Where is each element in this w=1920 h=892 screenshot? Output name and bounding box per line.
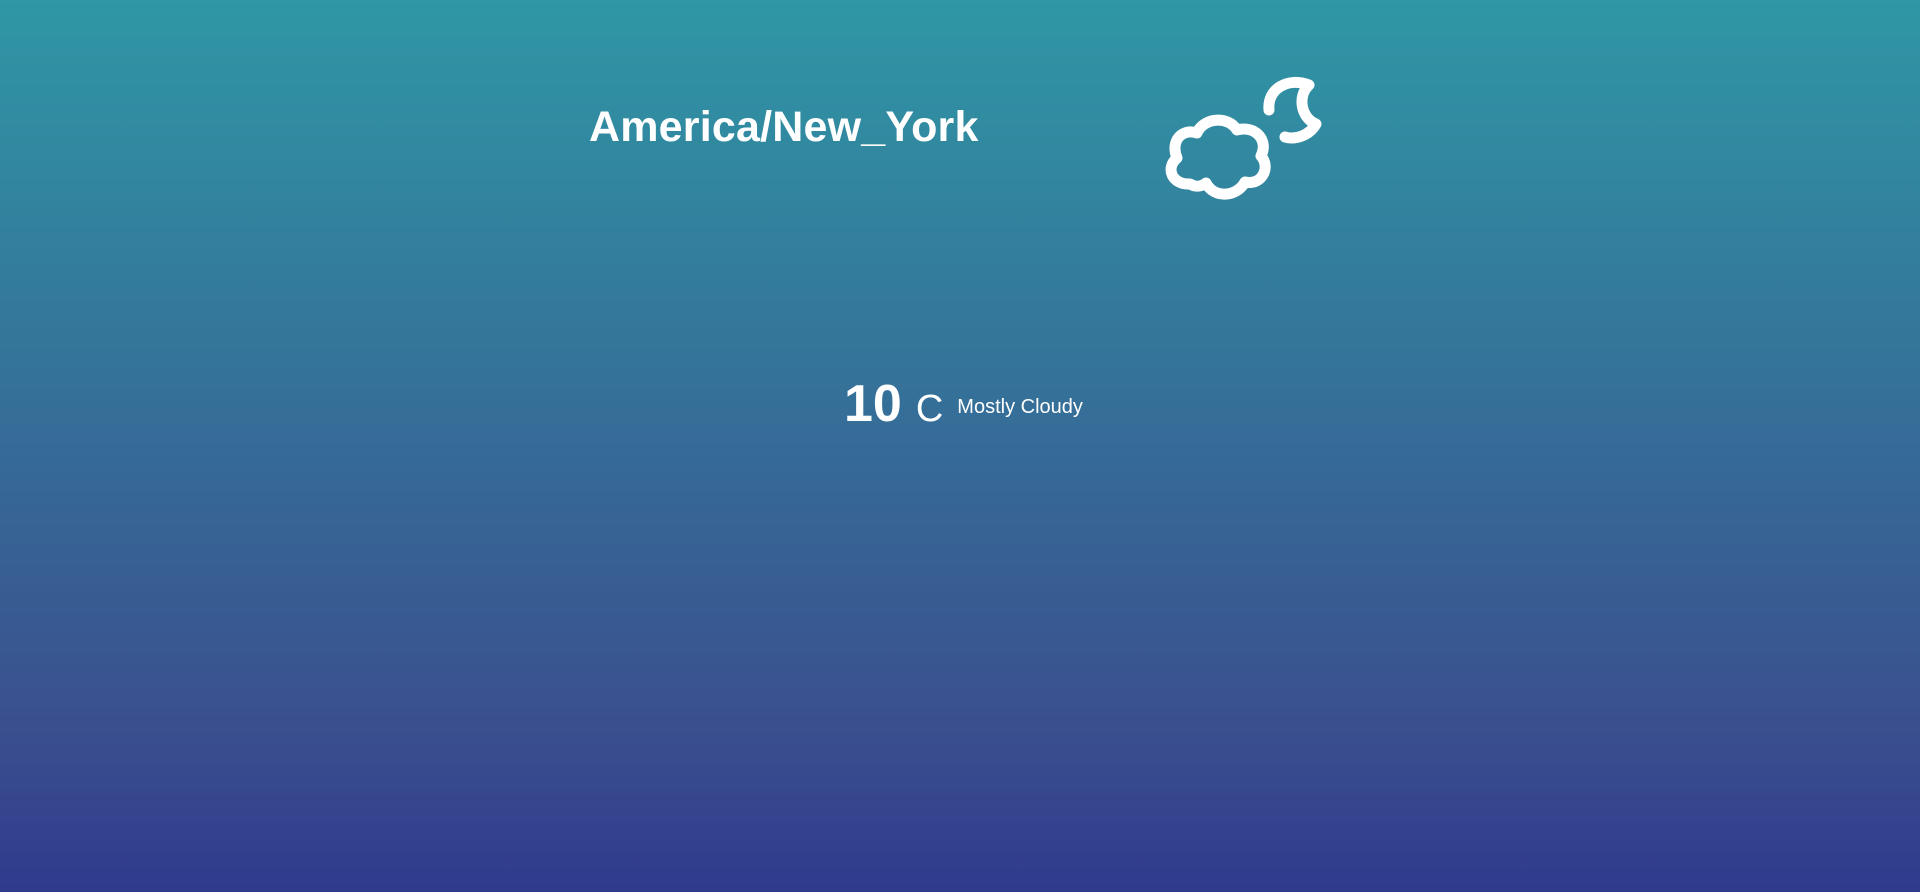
location-title: America/New_York	[589, 103, 979, 151]
temperature-value: 10	[844, 375, 902, 433]
weather-summary: Mostly Cloudy	[957, 396, 1083, 418]
current-conditions: 10 C Mostly Cloudy	[844, 375, 1083, 433]
partly-cloudy-night-icon	[1165, 76, 1322, 200]
temperature-unit: C	[915, 388, 944, 430]
